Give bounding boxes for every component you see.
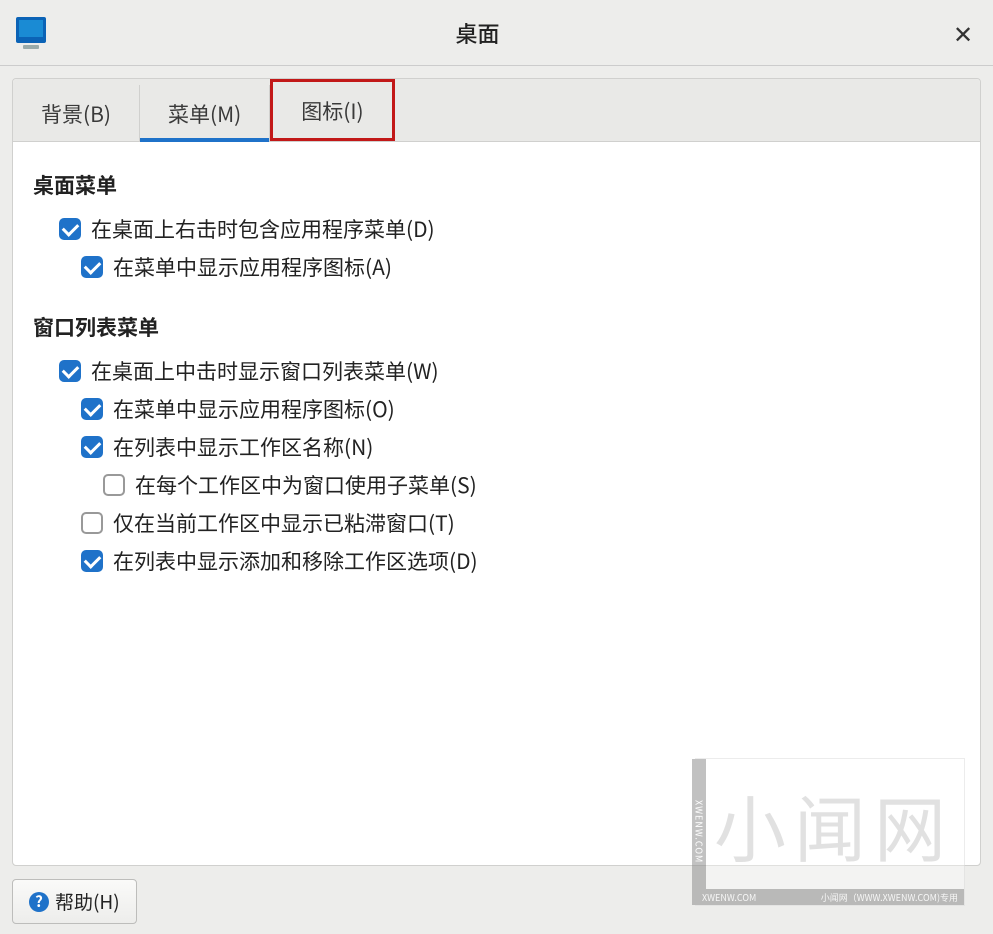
checkbox-add-remove-ws[interactable] xyxy=(81,550,103,572)
help-label: 帮助(H) xyxy=(55,888,120,915)
titlebar: 桌面 ✕ xyxy=(0,0,993,66)
option-sticky-current: 仅在当前工作区中显示已粘滞窗口(T) xyxy=(81,508,960,538)
tab-icons[interactable]: 图标(I) xyxy=(270,79,394,141)
checkbox-sticky-current[interactable] xyxy=(81,512,103,534)
checkbox-show-ws-names[interactable] xyxy=(81,436,103,458)
watermark-glyph-2: 闻 xyxy=(794,796,866,868)
label-show-app-icons-o: 在菜单中显示应用程序图标(O) xyxy=(113,394,395,424)
option-middle-click: 在桌面上中击时显示窗口列表菜单(W) xyxy=(59,356,960,386)
option-submenu-per-ws: 在每个工作区中为窗口使用子菜单(S) xyxy=(103,470,960,500)
watermark-side: XWENW.COM xyxy=(692,759,706,905)
option-show-app-icons-a: 在菜单中显示应用程序图标(A) xyxy=(81,252,960,282)
watermark-foot-right: 小闻网（WWW.XWENW.COM)专用 xyxy=(821,891,958,904)
tab-pane: 桌面菜单 在桌面上右击时包含应用程序菜单(D) 在菜单中显示应用程序图标(A) … xyxy=(13,142,980,865)
content-outer: 背景(B) 菜单(M) 图标(I) 桌面菜单 在桌面上右击时包含应用程序菜单(D… xyxy=(0,66,993,878)
checkbox-submenu-per-ws[interactable] xyxy=(103,474,125,496)
label-include-app-menu: 在桌面上右击时包含应用程序菜单(D) xyxy=(91,214,435,244)
section-desktop-menu: 桌面菜单 在桌面上右击时包含应用程序菜单(D) 在菜单中显示应用程序图标(A) xyxy=(33,170,960,282)
tab-bar: 背景(B) 菜单(M) 图标(I) xyxy=(13,79,980,142)
watermark-foot: XWENW.COM 小闻网（WWW.XWENW.COM)专用 xyxy=(696,889,964,905)
option-show-ws-names: 在列表中显示工作区名称(N) xyxy=(81,432,960,462)
watermark-glyph-3: 网 xyxy=(874,796,946,868)
label-middle-click: 在桌面上中击时显示窗口列表菜单(W) xyxy=(91,356,439,386)
help-icon: ? xyxy=(29,892,49,912)
tab-background[interactable]: 背景(B) xyxy=(13,85,140,141)
watermark-overlay: XWENW.COM 小 闻 网 XWENW.COM 小闻网（WWW.XWENW.… xyxy=(695,758,965,906)
section-title-window-list: 窗口列表菜单 xyxy=(33,312,960,342)
watermark-glyph-1: 小 xyxy=(714,796,786,868)
tab-menu[interactable]: 菜单(M) xyxy=(140,85,270,141)
section-title-desktop-menu: 桌面菜单 xyxy=(33,170,960,200)
section-window-list-menu: 窗口列表菜单 在桌面上中击时显示窗口列表菜单(W) 在菜单中显示应用程序图标(O… xyxy=(33,312,960,576)
label-submenu-per-ws: 在每个工作区中为窗口使用子菜单(S) xyxy=(135,470,477,500)
checkbox-middle-click[interactable] xyxy=(59,360,81,382)
content-panel: 背景(B) 菜单(M) 图标(I) 桌面菜单 在桌面上右击时包含应用程序菜单(D… xyxy=(12,78,981,866)
label-add-remove-ws: 在列表中显示添加和移除工作区选项(D) xyxy=(113,546,478,576)
close-icon[interactable]: ✕ xyxy=(949,15,977,50)
option-include-app-menu: 在桌面上右击时包含应用程序菜单(D) xyxy=(59,214,960,244)
label-sticky-current: 仅在当前工作区中显示已粘滞窗口(T) xyxy=(113,508,455,538)
window-title: 桌面 xyxy=(6,17,949,49)
label-show-app-icons-a: 在菜单中显示应用程序图标(A) xyxy=(113,252,392,282)
option-show-app-icons-o: 在菜单中显示应用程序图标(O) xyxy=(81,394,960,424)
option-add-remove-ws: 在列表中显示添加和移除工作区选项(D) xyxy=(81,546,960,576)
label-show-ws-names: 在列表中显示工作区名称(N) xyxy=(113,432,373,462)
help-button[interactable]: ? 帮助(H) xyxy=(12,879,137,924)
checkbox-show-app-icons-o[interactable] xyxy=(81,398,103,420)
checkbox-show-app-icons-a[interactable] xyxy=(81,256,103,278)
watermark-foot-left: XWENW.COM xyxy=(702,891,756,904)
checkbox-include-app-menu[interactable] xyxy=(59,218,81,240)
